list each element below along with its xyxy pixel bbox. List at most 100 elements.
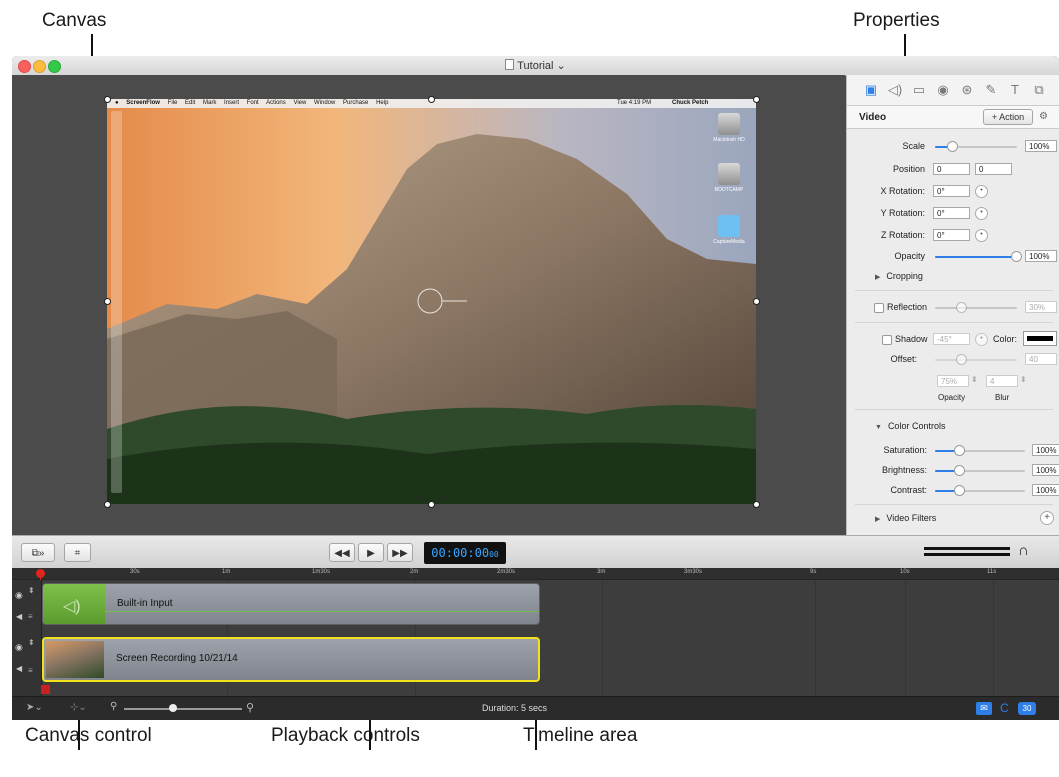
shadow-blur-caption: Blur — [995, 393, 1010, 402]
pointer-tool-icon[interactable]: ➤⌄ — [26, 702, 43, 713]
window-title[interactable]: Tutorial ⌄ — [12, 59, 1059, 72]
shadow-angle-dial[interactable]: • — [975, 333, 988, 346]
saturation-slider-knob[interactable] — [954, 445, 965, 456]
scale-field[interactable]: 100% — [1025, 140, 1057, 152]
track-reorder-icon[interactable]: ⬍ — [28, 638, 35, 647]
ruler-tick: 11s — [987, 569, 997, 575]
resize-handle[interactable] — [104, 96, 111, 103]
headphones-icon[interactable]: ∩ — [1018, 542, 1029, 559]
audio-properties-icon[interactable]: ◁) — [887, 82, 903, 98]
disclosure-triangle-icon: ▶ — [875, 516, 881, 523]
add-filter-icon[interactable]: + — [1040, 511, 1054, 525]
zoom-out-icon[interactable]: ⚲ — [110, 701, 117, 712]
shadow-angle-field[interactable]: -45° — [933, 333, 970, 345]
markers-icon[interactable]: ✉ — [976, 702, 992, 715]
video-clip[interactable]: Screen Recording 10/21/14 — [42, 637, 540, 682]
reflection-checkbox[interactable] — [874, 303, 884, 313]
track-reorder-icon[interactable]: ⬍ — [28, 586, 35, 595]
recorded-screen[interactable]: ● ScreenFlow File Edit Mark Insert Font … — [107, 99, 756, 504]
callout-icon[interactable]: ◉ — [935, 82, 951, 98]
color-controls-disclosure[interactable]: ▼ Color Controls — [875, 421, 945, 431]
x-rotation-dial[interactable]: • — [975, 185, 988, 198]
z-rotation-dial[interactable]: • — [975, 229, 988, 242]
video-properties-icon[interactable]: ▣ — [863, 82, 879, 98]
offset-slider-knob[interactable] — [956, 354, 967, 365]
ruler-tick: 2m — [410, 569, 419, 575]
desktop-icon-hd: Macintosh HD — [704, 113, 754, 143]
resize-handle[interactable] — [753, 96, 760, 103]
crop-button[interactable]: ⌗ — [64, 543, 91, 562]
reflection-slider[interactable] — [935, 307, 1017, 309]
track-visibility-icon[interactable]: ◉ — [15, 590, 23, 601]
resize-handle[interactable] — [428, 96, 435, 103]
offset-field[interactable]: 40 — [1025, 353, 1057, 365]
playhead[interactable] — [36, 569, 45, 578]
desktop-icon-capturemedia: CaptureMedia — [704, 215, 754, 245]
y-rotation-field[interactable]: 0° — [933, 207, 970, 219]
resize-handle[interactable] — [753, 501, 760, 508]
brightness-field[interactable]: 100% — [1032, 464, 1059, 476]
screen-recording-icon[interactable]: ▭ — [911, 82, 927, 98]
frame-rate-badge[interactable]: 30 — [1018, 702, 1036, 715]
media-library-toggle-button[interactable]: ⧉» — [21, 543, 55, 562]
timeline[interactable]: 30s 1m 1m30s 2m 2m30s 3m 3m30s 9s 10s 11… — [12, 568, 1059, 720]
play-button[interactable]: ▶ — [358, 543, 384, 562]
snapping-icon[interactable]: C — [1000, 701, 1009, 715]
stepper-icon[interactable]: ⬍ — [971, 375, 978, 384]
shadow-blur-field[interactable]: 4 — [986, 375, 1018, 387]
video-filters-disclosure[interactable]: ▶ Video Filters — [875, 513, 936, 523]
add-action-button[interactable]: + Action — [983, 109, 1033, 125]
text-icon[interactable]: T — [1007, 82, 1023, 98]
media-library-icon[interactable]: ⧉ — [1031, 82, 1047, 98]
cropping-disclosure[interactable]: ▶ Cropping — [875, 271, 923, 281]
track-audio-icon[interactable]: ◀ — [16, 612, 22, 621]
shadow-opacity-field[interactable]: 75% — [937, 375, 969, 387]
resize-handle[interactable] — [428, 501, 435, 508]
z-rotation-field[interactable]: 0° — [933, 229, 970, 241]
canvas[interactable]: ● ScreenFlow File Edit Mark Insert Font … — [12, 75, 845, 535]
shadow-label: Shadow — [895, 334, 928, 344]
touch-callout-icon[interactable]: ⊛ — [959, 82, 975, 98]
callout-canvas-control: Canvas control — [25, 725, 152, 746]
scale-slider-knob[interactable] — [947, 141, 959, 152]
resize-handle[interactable] — [104, 501, 111, 508]
saturation-field[interactable]: 100% — [1032, 444, 1059, 456]
screen-menu-item: Window — [314, 100, 336, 106]
document-icon — [505, 59, 515, 70]
resize-handle[interactable] — [753, 298, 760, 305]
stepper-icon[interactable]: ⬍ — [1020, 375, 1027, 384]
track-menu-icon[interactable]: ≡ — [28, 612, 33, 621]
reflection-field[interactable]: 30% — [1025, 301, 1057, 313]
zoom-slider-knob[interactable] — [169, 704, 177, 712]
y-rotation-dial[interactable]: • — [975, 207, 988, 220]
fast-forward-button[interactable]: ▶▶ — [387, 543, 413, 562]
track-menu-icon[interactable]: ≡ — [28, 666, 33, 675]
grid-line — [905, 580, 906, 696]
track-audio-icon[interactable]: ◀ — [16, 664, 22, 673]
shadow-checkbox[interactable] — [882, 335, 892, 345]
screen-menu-item: Help — [376, 100, 389, 106]
duration-label: Duration: 5 secs — [482, 703, 548, 713]
contrast-slider-knob[interactable] — [954, 485, 965, 496]
gear-icon[interactable]: ⚙ — [1039, 111, 1048, 122]
zoom-in-icon[interactable]: ⚲ — [246, 701, 254, 714]
reflection-slider-knob[interactable] — [956, 302, 967, 313]
zoom-slider[interactable] — [124, 708, 242, 710]
rewind-button[interactable]: ◀◀ — [329, 543, 355, 562]
x-rotation-field[interactable]: 0° — [933, 185, 970, 197]
split-tool-icon[interactable]: ⊹⌄ — [70, 702, 87, 713]
annotation-icon[interactable]: ✎ — [983, 82, 999, 98]
position-x-field[interactable]: 0 — [933, 163, 970, 175]
contrast-field[interactable]: 100% — [1032, 484, 1059, 496]
opacity-slider-knob[interactable] — [1011, 251, 1022, 262]
position-y-field[interactable]: 0 — [975, 163, 1012, 175]
timeline-ruler[interactable]: 30s 1m 1m30s 2m 2m30s 3m 3m30s 9s 10s 11… — [12, 568, 1059, 580]
opacity-field[interactable]: 100% — [1025, 250, 1057, 262]
offset-slider[interactable] — [935, 359, 1017, 361]
audio-clip[interactable]: ◁) Built-in Input — [42, 583, 540, 625]
resize-handle[interactable] — [104, 298, 111, 305]
shadow-color-well[interactable] — [1023, 331, 1057, 346]
brightness-slider-knob[interactable] — [954, 465, 965, 476]
track-visibility-icon[interactable]: ◉ — [15, 642, 23, 653]
screen-menu-item: Insert — [224, 100, 240, 106]
